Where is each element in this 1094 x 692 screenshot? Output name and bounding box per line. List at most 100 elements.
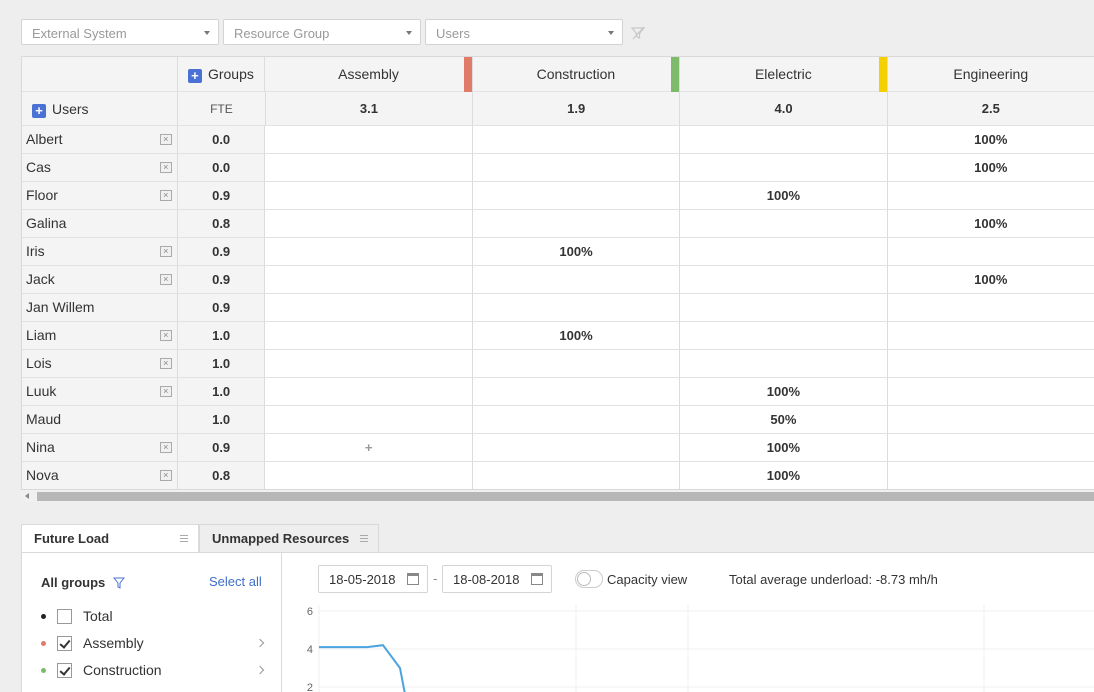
- allocation-cell[interactable]: [265, 154, 473, 182]
- allocation-cell[interactable]: 100%: [887, 266, 1094, 294]
- allocation-cell[interactable]: [472, 266, 681, 294]
- group-checkbox[interactable]: [57, 608, 72, 624]
- allocation-cell[interactable]: [887, 378, 1094, 406]
- remove-user-icon[interactable]: ×: [159, 190, 172, 201]
- allocation-cell[interactable]: [265, 378, 473, 406]
- group-column-header[interactable]: Assembly: [265, 57, 473, 92]
- allocation-cell[interactable]: [680, 154, 888, 182]
- chevron-right-icon[interactable]: [255, 638, 265, 648]
- allocation-cell[interactable]: [888, 462, 1094, 489]
- allocation-cell[interactable]: [472, 126, 681, 154]
- allocation-cell[interactable]: [887, 294, 1094, 322]
- allocation-cell[interactable]: 100%: [680, 378, 888, 406]
- allocation-cell[interactable]: [472, 210, 681, 238]
- allocation-cell[interactable]: [680, 266, 888, 294]
- calendar-icon[interactable]: [531, 573, 543, 585]
- capacity-view-toggle[interactable]: [575, 570, 603, 588]
- filter-icon[interactable]: [113, 577, 125, 589]
- remove-user-icon[interactable]: ×: [159, 386, 172, 397]
- allocation-cell[interactable]: [472, 182, 681, 210]
- allocation-cell[interactable]: [680, 210, 888, 238]
- user-fte-value: 0.0: [212, 160, 231, 175]
- remove-user-icon[interactable]: ×: [159, 358, 172, 369]
- clear-filter-icon[interactable]: [630, 25, 646, 41]
- allocation-value: 100%: [766, 440, 801, 455]
- group-column-header[interactable]: Construction: [472, 57, 681, 92]
- allocation-cell[interactable]: 100%: [680, 434, 888, 462]
- allocation-cell[interactable]: 100%: [680, 462, 888, 489]
- group-column-header[interactable]: Elelectric: [680, 57, 888, 92]
- allocation-cell[interactable]: [887, 238, 1094, 266]
- group-column-header[interactable]: Engineering: [887, 57, 1094, 92]
- select-all-link[interactable]: Select all: [209, 574, 262, 589]
- allocation-cell[interactable]: [680, 350, 888, 378]
- allocation-cell[interactable]: [265, 182, 473, 210]
- allocation-cell[interactable]: [472, 378, 681, 406]
- date-from-input[interactable]: 18-05-2018: [318, 565, 428, 593]
- allocation-cell[interactable]: [887, 350, 1094, 378]
- table-row: Floor × 0.9 100%: [22, 182, 1094, 210]
- allocation-cell[interactable]: [265, 350, 473, 378]
- remove-user-icon[interactable]: ×: [159, 470, 172, 481]
- date-to-input[interactable]: 18-08-2018: [442, 565, 552, 593]
- remove-user-icon[interactable]: ×: [159, 330, 172, 341]
- scroll-left-icon[interactable]: [25, 493, 29, 499]
- allocation-cell[interactable]: [265, 126, 473, 154]
- resource-group-dropdown[interactable]: Resource Group: [223, 19, 421, 45]
- add-group-icon[interactable]: +: [187, 69, 202, 83]
- allocation-cell[interactable]: [680, 322, 888, 350]
- allocation-cell[interactable]: [265, 322, 473, 350]
- allocation-cell[interactable]: [472, 154, 681, 182]
- group-list-item[interactable]: Total: [41, 606, 113, 626]
- group-list-item[interactable]: Construction: [41, 660, 162, 680]
- allocation-cell[interactable]: 100%: [472, 322, 681, 350]
- group-checkbox[interactable]: [57, 662, 72, 678]
- allocation-cell[interactable]: 50%: [680, 406, 888, 434]
- allocation-cell[interactable]: [265, 462, 473, 489]
- allocation-cell[interactable]: [887, 182, 1094, 210]
- allocation-cell[interactable]: 100%: [887, 154, 1094, 182]
- users-dropdown[interactable]: Users: [425, 19, 623, 45]
- allocation-cell[interactable]: [473, 462, 681, 489]
- scrollbar-thumb[interactable]: [37, 492, 1094, 501]
- series-color-dot: [41, 640, 46, 646]
- allocation-cell[interactable]: [680, 294, 888, 322]
- allocation-cell[interactable]: [680, 126, 888, 154]
- external-system-dropdown[interactable]: External System: [21, 19, 219, 45]
- allocation-cell[interactable]: 100%: [680, 182, 888, 210]
- tab-unmapped-resources[interactable]: Unmapped Resources: [199, 524, 379, 552]
- group-checkbox[interactable]: [57, 635, 72, 651]
- user-fte-value: 1.0: [212, 328, 231, 343]
- chevron-right-icon[interactable]: [255, 665, 265, 675]
- allocation-cell[interactable]: [265, 294, 473, 322]
- allocation-cell[interactable]: [472, 406, 681, 434]
- allocation-cell[interactable]: [472, 350, 681, 378]
- tab-future-load[interactable]: Future Load: [21, 524, 199, 552]
- allocation-cell[interactable]: 100%: [887, 126, 1094, 154]
- remove-user-icon[interactable]: ×: [159, 442, 172, 453]
- allocation-cell[interactable]: 100%: [472, 238, 681, 266]
- calendar-icon[interactable]: [407, 573, 419, 585]
- allocation-cell[interactable]: [265, 266, 473, 294]
- allocation-cell[interactable]: [265, 406, 473, 434]
- allocation-cell[interactable]: [265, 210, 473, 238]
- allocation-cell[interactable]: [472, 434, 681, 462]
- allocation-cell[interactable]: [472, 294, 681, 322]
- allocation-cell[interactable]: [887, 322, 1094, 350]
- group-list-item[interactable]: Assembly: [41, 633, 144, 653]
- allocation-cell[interactable]: 100%: [887, 210, 1094, 238]
- add-allocation-cell[interactable]: +: [265, 434, 473, 462]
- allocation-cell[interactable]: [265, 238, 473, 266]
- menu-icon[interactable]: [360, 535, 368, 542]
- allocation-cell[interactable]: [887, 434, 1094, 462]
- allocation-cell[interactable]: [680, 238, 888, 266]
- group-total-fte: 1.9: [567, 101, 586, 116]
- remove-user-icon[interactable]: ×: [159, 134, 172, 145]
- menu-icon[interactable]: [180, 535, 188, 542]
- allocation-cell[interactable]: [887, 406, 1094, 434]
- remove-user-icon[interactable]: ×: [159, 162, 172, 173]
- horizontal-scrollbar[interactable]: [21, 490, 1094, 502]
- add-user-icon[interactable]: +: [32, 104, 46, 118]
- remove-user-icon[interactable]: ×: [159, 274, 172, 285]
- remove-user-icon[interactable]: ×: [159, 246, 172, 257]
